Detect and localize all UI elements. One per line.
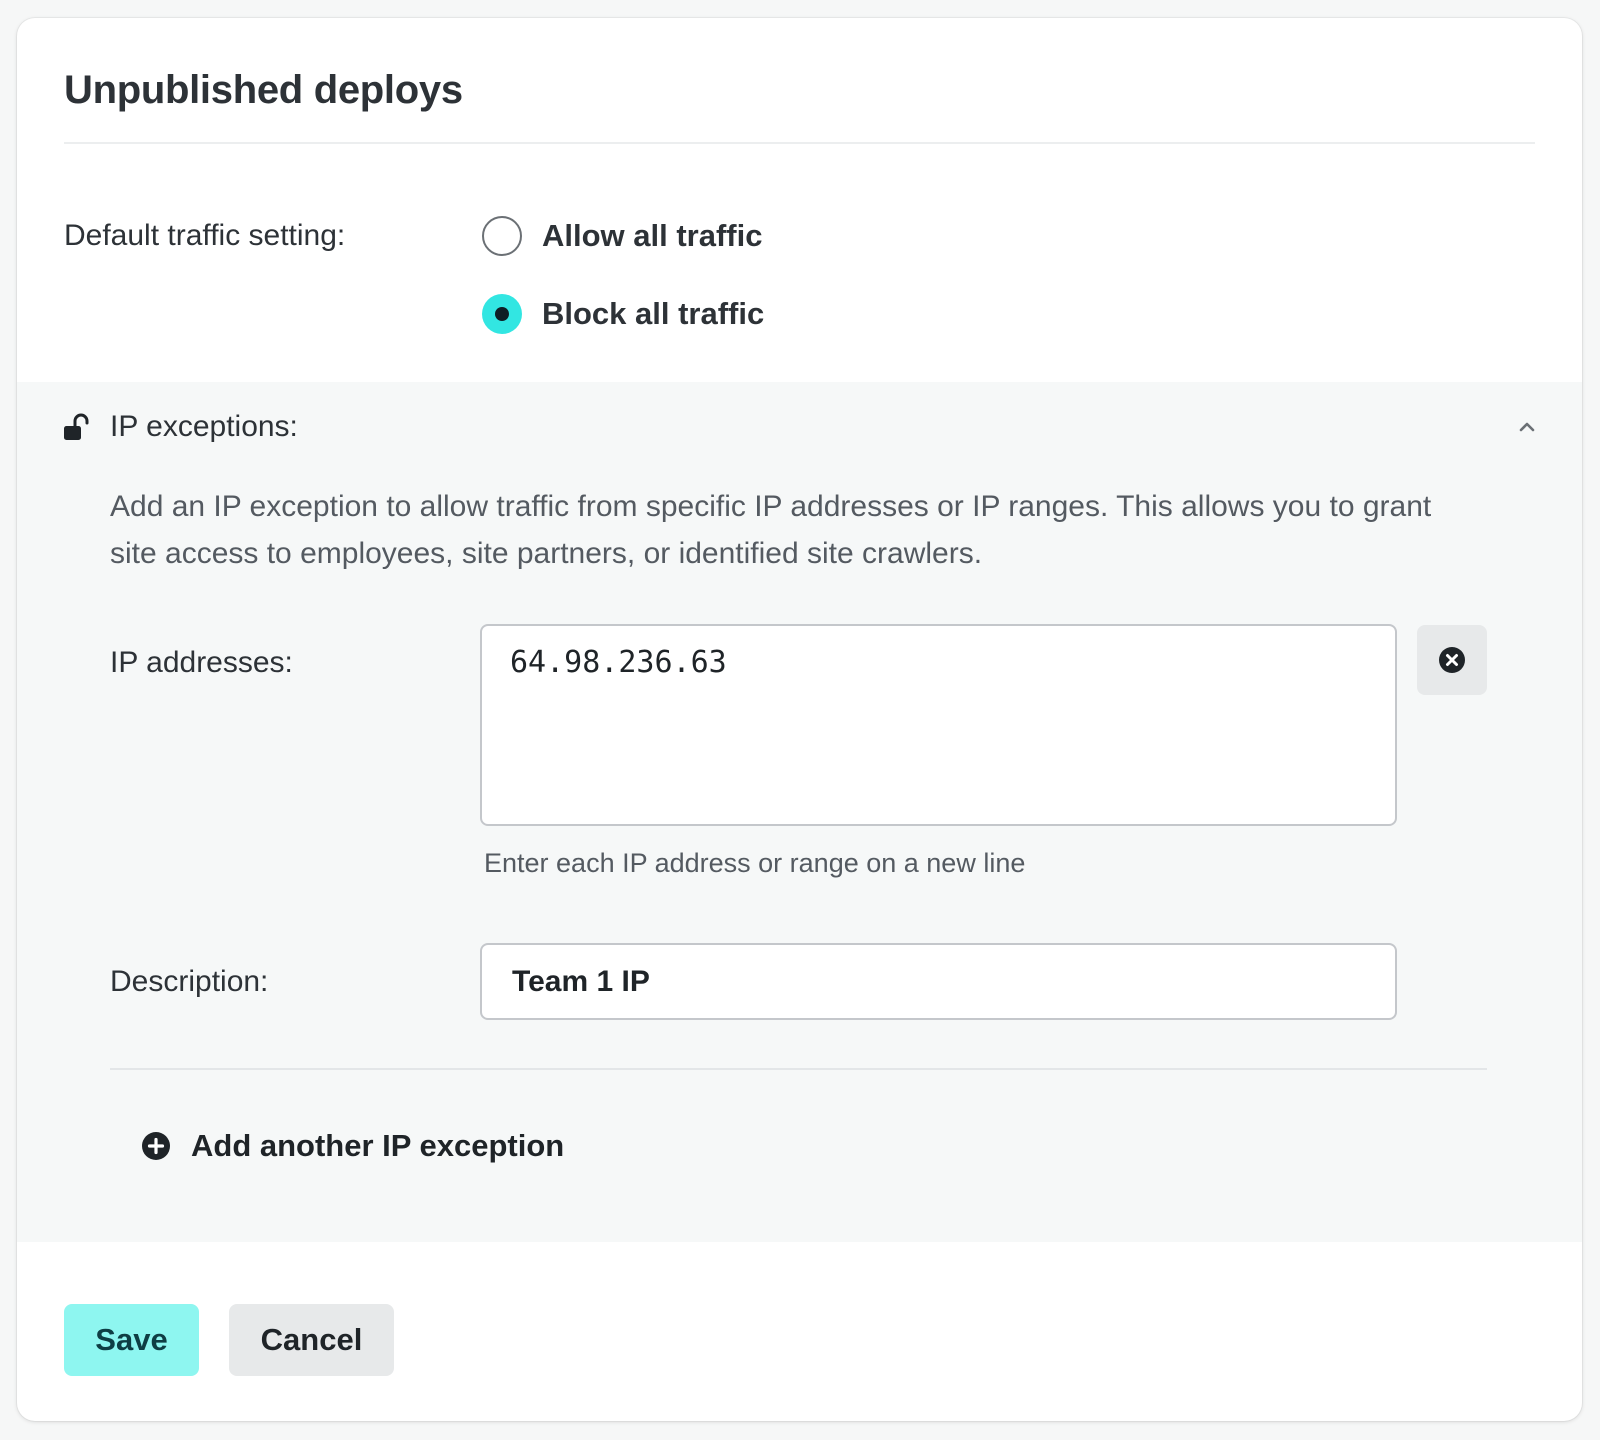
ip-exceptions-panel: IP exceptions: Add an IP exception to al…	[17, 382, 1582, 1242]
ip-addresses-field[interactable]: 64.98.236.63	[480, 624, 1397, 826]
ip-exceptions-description: Add an IP exception to allow traffic fro…	[110, 490, 1432, 570]
traffic-setting-label: Default traffic setting:	[64, 219, 346, 252]
cancel-button[interactable]: Cancel	[229, 1304, 394, 1376]
allow-traffic-radio[interactable]	[482, 216, 522, 256]
remove-ip-exception-button[interactable]	[1417, 625, 1487, 695]
close-circle-icon	[1439, 647, 1465, 673]
allow-traffic-label: Allow all traffic	[542, 218, 763, 253]
add-ip-exception-label: Add another IP exception	[191, 1128, 565, 1163]
add-ip-exception-button[interactable]: Add another IP exception	[141, 1128, 564, 1164]
save-button[interactable]: Save	[64, 1304, 199, 1376]
block-traffic-option[interactable]: Block all traffic	[482, 294, 764, 334]
block-traffic-radio[interactable]	[482, 294, 522, 334]
ip-exceptions-title: IP exceptions:	[110, 410, 298, 443]
description-label: Description:	[110, 965, 269, 998]
ip-exceptions-divider	[110, 1068, 1487, 1070]
ip-addresses-hint: Enter each IP address or range on a new …	[484, 848, 1026, 878]
block-traffic-label: Block all traffic	[542, 296, 765, 331]
ip-addresses-label: IP addresses:	[110, 646, 293, 679]
allow-traffic-option[interactable]: Allow all traffic	[482, 216, 762, 256]
page-title: Unpublished deploys	[64, 68, 463, 112]
description-field[interactable]	[480, 943, 1397, 1020]
title-divider	[64, 142, 1535, 144]
chevron-up-icon[interactable]	[1516, 418, 1538, 436]
plus-circle-icon	[142, 1132, 170, 1160]
unlock-icon	[64, 413, 89, 440]
unpublished-deploys-card: Unpublished deploys Default traffic sett…	[17, 18, 1582, 1421]
